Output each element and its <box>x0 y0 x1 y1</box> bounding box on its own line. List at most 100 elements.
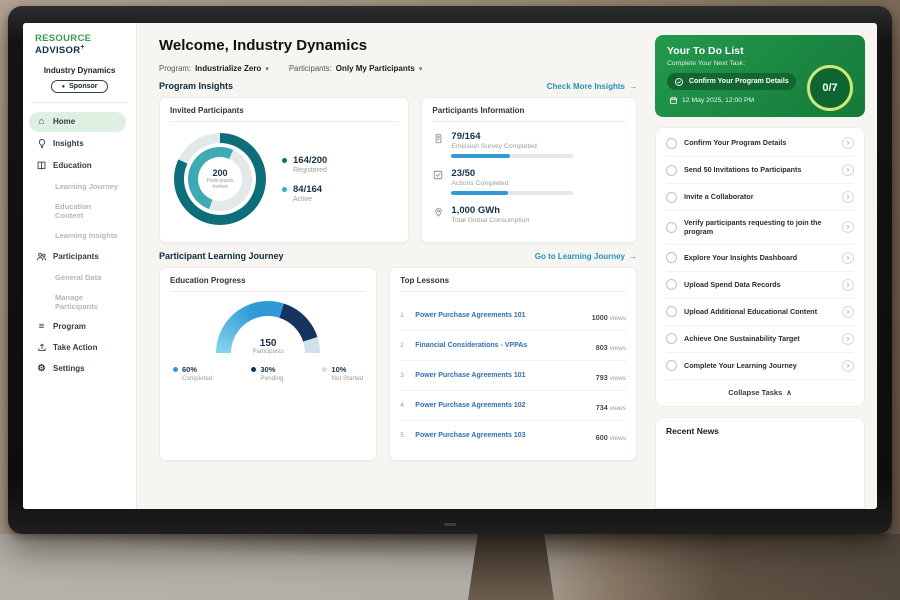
check-more-insights-link[interactable]: Check More Insights → <box>547 82 637 91</box>
task-checkbox[interactable] <box>666 138 677 149</box>
chevron-right-icon[interactable]: › <box>842 306 854 318</box>
sidebar-item-general-data[interactable]: General Data <box>29 268 126 287</box>
task-checkbox[interactable] <box>666 252 677 263</box>
donut-center-value: 200 <box>212 168 227 178</box>
sidebar-item-learning-insights[interactable]: Learning Insights <box>29 226 126 245</box>
sidebar-item-education[interactable]: Education <box>29 155 126 176</box>
chevron-right-icon[interactable]: › <box>842 279 854 291</box>
task-checkbox[interactable] <box>666 165 677 176</box>
chevron-right-icon[interactable]: › <box>842 137 854 149</box>
chevron-right-icon[interactable]: › <box>842 252 854 264</box>
people-icon <box>36 251 47 262</box>
lesson-views-value: 793 <box>596 373 608 382</box>
chevron-right-icon[interactable]: › <box>842 333 854 345</box>
program-filter-label: Program: <box>159 64 191 73</box>
role-badge: ● Sponsor <box>51 80 107 93</box>
stat-actions-completed: 23/50 Actions Completed <box>432 168 626 195</box>
role-badge-label: Sponsor <box>69 83 97 90</box>
card-title: Top Lessons <box>400 276 626 292</box>
stat-global-consumption: 1,000 GWh Total Global Consumption <box>432 205 626 228</box>
collapse-tasks-button[interactable]: Collapse Tasks ∧ <box>666 380 854 406</box>
task-checkbox[interactable] <box>666 360 677 371</box>
todo-title: Your To Do List <box>667 45 853 57</box>
stat-emission-survey: 79/164 Emission Survey Completed <box>432 131 626 158</box>
lesson-link[interactable]: Power Purchase Agreements 101 <box>415 372 589 379</box>
survey-device-icon <box>432 131 444 158</box>
stat-value: 1,000 GWh <box>451 205 529 216</box>
task-checkbox[interactable] <box>666 333 677 344</box>
list-icon: ≡ <box>36 322 47 332</box>
lesson-row: 5 Power Purchase Agreements 103 600views <box>400 421 626 450</box>
go-to-learning-journey-link[interactable]: Go to Learning Journey → <box>535 252 637 261</box>
task-row[interactable]: Confirm Your Program Details › <box>666 130 854 157</box>
program-filter-dropdown[interactable]: Program: Industrialize Zero ▾ <box>159 64 269 73</box>
lesson-link[interactable]: Power Purchase Agreements 103 <box>415 432 589 439</box>
sidebar-item-participants[interactable]: Participants <box>29 246 126 267</box>
task-row[interactable]: Explore Your Insights Dashboard › <box>666 245 854 272</box>
stat-label: Total Global Consumption <box>451 217 529 224</box>
legend-label: Not Started <box>331 375 363 382</box>
education-progress-card: Education Progress 150 Participants <box>159 267 377 461</box>
sidebar-item-label: Insights <box>53 139 84 148</box>
task-row[interactable]: Complete Your Learning Journey › <box>666 353 854 380</box>
gear-icon: ⚙ <box>36 364 47 374</box>
sidebar: RESOURCE ADVISOR+ Industry Dynamics ● Sp… <box>23 23 137 509</box>
sidebar-item-program[interactable]: ≡ Program <box>29 317 126 337</box>
task-row[interactable]: Invite a Collaborator › <box>666 184 854 211</box>
sidebar-item-take-action[interactable]: Take Action <box>29 337 126 358</box>
task-checkbox[interactable] <box>666 306 677 317</box>
task-checkbox[interactable] <box>666 279 677 290</box>
collapse-icon: ∧ <box>786 388 792 397</box>
task-row[interactable]: Verify participants requesting to join t… <box>666 211 854 245</box>
task-label: Explore Your Insights Dashboard <box>684 253 835 262</box>
lesson-views-label: views <box>610 315 626 322</box>
sidebar-item-learning-journey[interactable]: Learning Journey <box>29 177 126 196</box>
book-icon <box>36 160 47 171</box>
task-label: Verify participants requesting to join t… <box>684 218 835 237</box>
lesson-rank: 2 <box>400 342 409 349</box>
legend-label: Active <box>293 196 322 203</box>
task-row[interactable]: Upload Additional Educational Content › <box>666 299 854 326</box>
lesson-views-value: 600 <box>596 433 608 442</box>
sidebar-item-label: Participants <box>53 252 99 261</box>
collapse-tasks-label: Collapse Tasks <box>728 388 782 397</box>
chevron-right-icon[interactable]: › <box>842 191 854 203</box>
gauge-center-label: Participants <box>216 349 320 355</box>
sidebar-item-education-content[interactable]: Education Content <box>29 197 126 225</box>
task-row[interactable]: Send 50 Invitations to Participants › <box>666 157 854 184</box>
participants-filter-dropdown[interactable]: Participants: Only My Participants ▾ <box>289 64 423 73</box>
section-title: Program Insights <box>159 81 233 91</box>
organization-name: Industry Dynamics <box>23 66 136 75</box>
sidebar-item-insights[interactable]: Insights <box>29 133 126 154</box>
invited-participants-card: Invited Participants 200 Participants In… <box>159 97 409 243</box>
task-checkbox[interactable] <box>666 222 677 233</box>
legend-item-active: 84/164 Active <box>282 184 327 203</box>
upload-icon <box>36 342 47 353</box>
lesson-link[interactable]: Power Purchase Agreements 102 <box>415 402 589 409</box>
chevron-right-icon[interactable]: › <box>842 164 854 176</box>
sidebar-item-home[interactable]: ⌂ Home <box>29 112 126 132</box>
sidebar-item-manage-participants[interactable]: Manage Participants <box>29 288 126 316</box>
chevron-down-icon: ▾ <box>419 65 423 73</box>
page-title: Welcome, Industry Dynamics <box>159 37 637 54</box>
chevron-right-icon[interactable]: › <box>842 221 854 233</box>
todo-progress-ring: 0/7 <box>807 65 853 111</box>
lesson-link[interactable]: Financial Considerations - VPPAs <box>415 342 589 349</box>
lesson-rank: 5 <box>400 432 409 439</box>
sidebar-item-settings[interactable]: ⚙ Settings <box>29 359 126 379</box>
lesson-views-value: 1000 <box>592 313 608 322</box>
arrow-right-icon: → <box>629 82 637 91</box>
program-filter-value: Industrialize Zero <box>195 64 261 73</box>
lesson-views-label: views <box>610 375 626 382</box>
main-content: Welcome, Industry Dynamics Program: Indu… <box>137 23 651 509</box>
task-row[interactable]: Achieve One Sustainability Target › <box>666 326 854 353</box>
task-row[interactable]: Upload Spend Data Records › <box>666 272 854 299</box>
chevron-right-icon[interactable]: › <box>842 360 854 372</box>
task-label: Complete Your Learning Journey <box>684 361 835 370</box>
lesson-views-value: 734 <box>596 403 608 412</box>
invited-legend: 164/200 Registered 84/164 Active <box>282 155 327 203</box>
task-checkbox[interactable] <box>666 192 677 203</box>
next-task-pill[interactable]: Confirm Your Program Details <box>667 73 796 90</box>
next-task-label: Confirm Your Program Details <box>689 78 789 85</box>
lesson-link[interactable]: Power Purchase Agreements 101 <box>415 312 585 319</box>
